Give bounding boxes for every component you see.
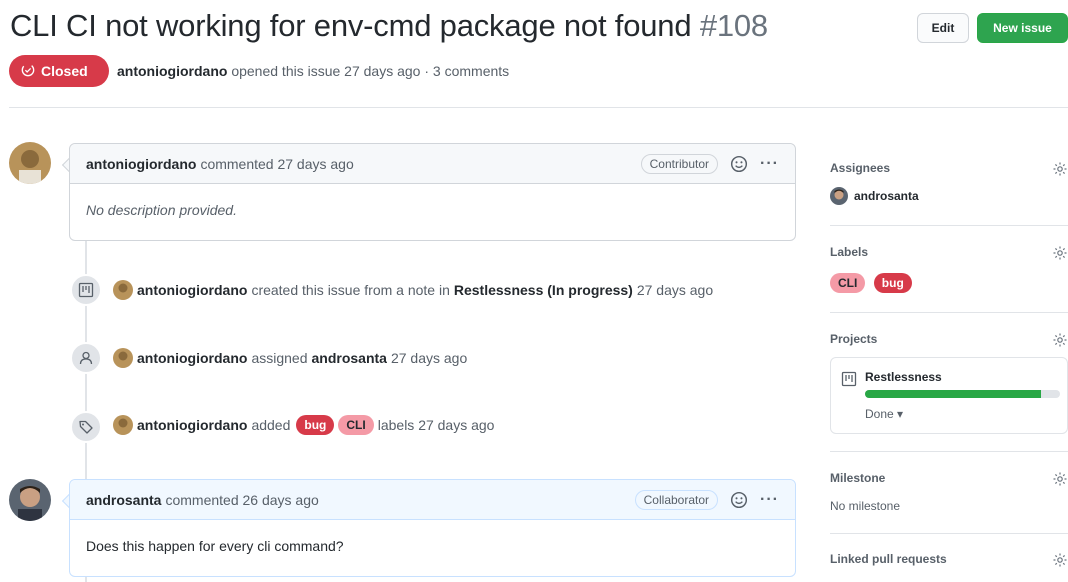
avatar (830, 187, 848, 205)
issue-author-link[interactable]: antoniogiordano (117, 63, 227, 79)
project-icon (70, 274, 102, 306)
assignee-item[interactable]: androsanta (830, 187, 1068, 205)
project-column-dropdown[interactable]: Done ▾ (865, 407, 903, 421)
event-created: antoniogiordano created this issue from … (113, 280, 713, 300)
issue-title-text: CLI CI not working for env-cmd package n… (10, 8, 692, 43)
state-label: Closed (41, 63, 88, 79)
gear-icon[interactable] (1052, 552, 1068, 568)
project-progress-bar (865, 390, 1060, 398)
issue-meta: antoniogiordano opened this issue 27 day… (117, 63, 509, 79)
event-actor-link[interactable]: antoniogiordano (137, 282, 247, 298)
issue-closed-icon (21, 63, 35, 80)
gear-icon[interactable] (1052, 161, 1068, 177)
more-options-icon[interactable]: ··· (760, 491, 779, 508)
comment-author-link[interactable]: androsanta (86, 492, 161, 508)
gear-icon[interactable] (1052, 471, 1068, 487)
event-time[interactable]: 27 days ago (637, 282, 713, 298)
sidebar-assignees: Assignees androsanta (830, 161, 1068, 211)
avatar[interactable] (9, 142, 51, 184)
header-divider (9, 107, 1068, 108)
more-options-icon[interactable]: ··· (760, 155, 779, 172)
event-actor-link[interactable]: antoniogiordano (137, 350, 247, 366)
avatar[interactable] (113, 280, 133, 300)
event-time[interactable]: labels 27 days ago (378, 417, 495, 433)
comment-header: antoniogiordano commented 27 days ago Co… (70, 144, 795, 184)
sidebar-milestone: Milestone No milestone (830, 471, 1068, 521)
project-progress-fill (865, 390, 1041, 398)
event-labels: antoniogiordano added bug CLI labels 27 … (113, 415, 494, 435)
sidebar-projects: Projects (830, 332, 1068, 352)
role-badge: Collaborator (634, 489, 719, 510)
new-issue-button[interactable]: New issue (977, 13, 1068, 43)
avatar[interactable] (113, 415, 133, 435)
issue-meta-text: opened this issue 27 days ago · 3 commen… (231, 63, 510, 79)
project-icon (841, 371, 857, 392)
avatar[interactable] (113, 348, 133, 368)
label-cli[interactable]: CLI (830, 273, 866, 293)
project-name[interactable]: Restlessness (865, 370, 942, 384)
smiley-icon[interactable] (730, 491, 748, 509)
event-actor-link[interactable]: antoniogiordano (137, 417, 247, 433)
assignee-name: androsanta (854, 189, 919, 203)
smiley-icon[interactable] (730, 155, 748, 173)
milestone-title[interactable]: Milestone (830, 471, 1068, 485)
avatar[interactable] (9, 479, 51, 521)
gear-icon[interactable] (1052, 332, 1068, 348)
linked-prs-title[interactable]: Linked pull requests (830, 552, 1068, 566)
event-text: added (251, 417, 291, 433)
label-bug[interactable]: bug (873, 273, 912, 293)
assignees-title[interactable]: Assignees (830, 161, 1068, 175)
event-text: assigned (251, 350, 308, 366)
label-bug[interactable]: bug (296, 415, 335, 435)
edit-button[interactable]: Edit (917, 13, 969, 43)
comment-timestamp[interactable]: commented 26 days ago (165, 492, 318, 508)
closed-state-badge: Closed (9, 55, 109, 87)
project-link[interactable]: Restlessness (In progress) (454, 282, 633, 298)
assignee-link[interactable]: androsanta (311, 350, 386, 366)
projects-title[interactable]: Projects (830, 332, 1068, 346)
event-text: created this issue from a note in (251, 282, 450, 298)
gear-icon[interactable] (1052, 245, 1068, 261)
labels-title[interactable]: Labels (830, 245, 1068, 259)
sidebar-divider (830, 312, 1068, 313)
sidebar-divider (830, 225, 1068, 226)
event-time[interactable]: 27 days ago (391, 350, 467, 366)
comment-header: androsanta commented 26 days ago Collabo… (70, 480, 795, 520)
sidebar-divider (830, 533, 1068, 534)
comment-author-link[interactable]: antoniogiordano (86, 156, 196, 172)
comment-body: Does this happen for every cli command? (86, 538, 344, 554)
comment-timestamp[interactable]: commented 27 days ago (200, 156, 353, 172)
event-assigned: antoniogiordano assigned androsanta 27 d… (113, 348, 467, 368)
comment: androsanta commented 26 days ago Collabo… (69, 479, 796, 577)
sidebar-linked-prs: Linked pull requests (830, 552, 1068, 572)
project-card: Restlessness Done ▾ (830, 357, 1068, 434)
issue-number: #108 (699, 8, 768, 43)
sidebar-divider (830, 451, 1068, 452)
sidebar-labels: Labels CLI bug (830, 245, 1068, 295)
comment: antoniogiordano commented 27 days ago Co… (69, 143, 796, 241)
issue-title: CLI CI not working for env-cmd package n… (10, 8, 768, 44)
label-cli[interactable]: CLI (338, 415, 374, 435)
milestone-value: No milestone (830, 499, 901, 513)
role-badge: Contributor (640, 153, 719, 174)
person-icon (70, 342, 102, 374)
tag-icon (70, 411, 102, 443)
comment-body: No description provided. (86, 202, 237, 218)
